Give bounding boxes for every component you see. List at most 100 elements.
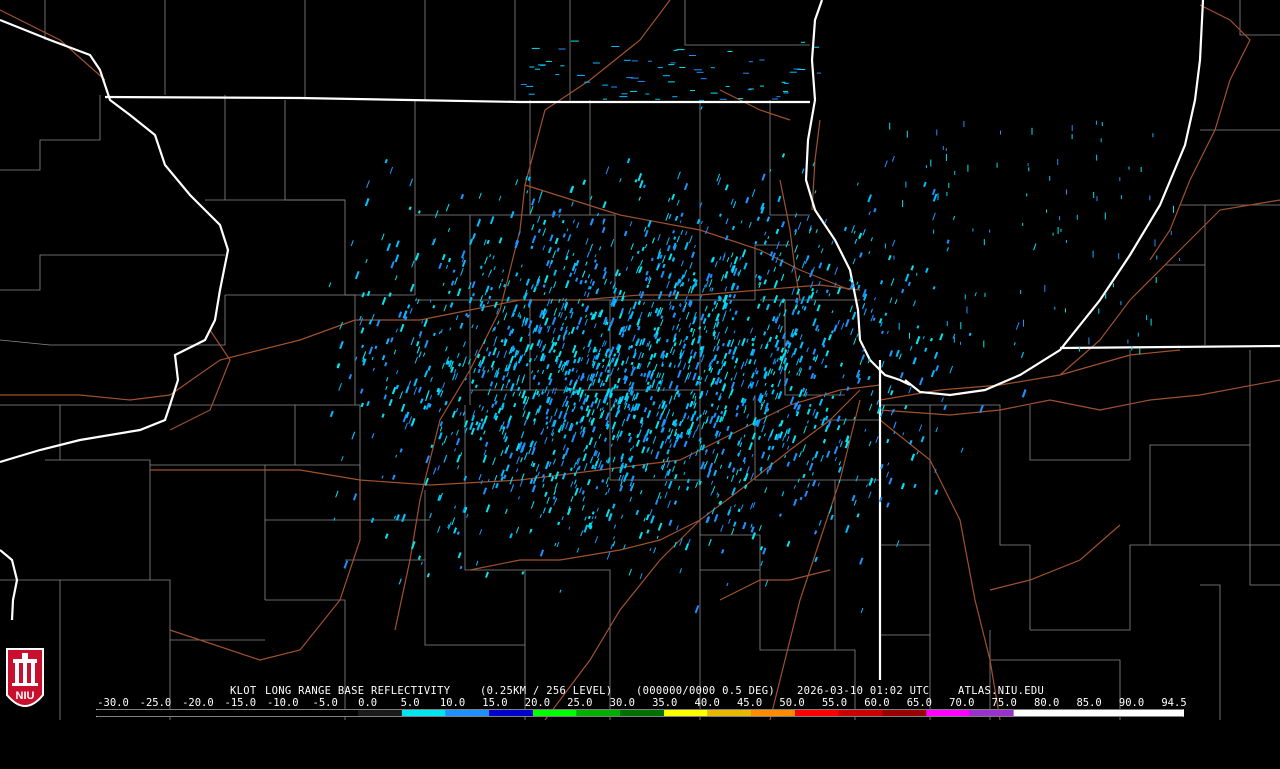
scale-label: -25.0 — [139, 697, 172, 709]
echo-pixel — [693, 69, 702, 71]
color-bar-segment — [358, 710, 402, 716]
echo-pixel — [570, 40, 579, 42]
echo-pixel — [1119, 177, 1121, 182]
echo-pixel — [1066, 189, 1067, 195]
scale-label: 90.0 — [1118, 697, 1145, 709]
echo-pixel — [545, 60, 552, 62]
color-bar-segment — [664, 710, 708, 716]
echo-pixel — [743, 72, 750, 74]
echo-pixel — [1098, 308, 1100, 314]
caption-resolution: (0.25KM / 256 LEVEL) — [480, 685, 613, 697]
echo-pixel — [972, 228, 974, 232]
echo-pixel — [1028, 167, 1030, 172]
color-bar-segment — [795, 710, 839, 716]
echo-pixel — [1054, 306, 1056, 310]
echo-pixel — [889, 122, 891, 130]
echo-pixel — [1052, 232, 1054, 236]
scale-label: 80.0 — [1034, 697, 1060, 709]
echo-pixel — [989, 229, 991, 233]
echo-pixel — [1057, 159, 1059, 165]
echo-pixel — [916, 272, 918, 276]
echo-pixel — [945, 154, 947, 161]
echo-pixel — [1152, 133, 1154, 138]
echo-pixel — [954, 170, 956, 175]
echo-pixel — [689, 55, 696, 56]
echo-pixel — [1179, 258, 1181, 261]
echo-pixel — [1156, 255, 1158, 260]
scale-label: 94.5 — [1161, 697, 1187, 709]
color-scale-labels: -30.0 -25.0 -20.0 -15.0 -10.0 -5.0 0.0 5.0 10.0 1… — [0, 697, 1280, 709]
scale-label: 45.0 — [736, 697, 763, 709]
echo-pixel — [1071, 134, 1073, 140]
echo-pixel — [967, 164, 969, 172]
echo-pixel — [560, 65, 565, 67]
echo-pixel — [611, 46, 620, 47]
scale-label: 65.0 — [906, 697, 933, 709]
echo-pixel — [946, 321, 948, 327]
echo-pixel — [1173, 205, 1174, 213]
color-bar-segment — [882, 710, 927, 716]
echo-pixel — [667, 81, 675, 83]
echo-pixel — [1128, 166, 1130, 170]
echo-pixel — [699, 99, 704, 101]
scale-label: 40.0 — [694, 697, 720, 709]
echo-pixel — [1155, 277, 1157, 283]
echo-pixel — [783, 82, 789, 84]
echo-pixel — [789, 71, 797, 73]
echo-pixel — [670, 62, 676, 64]
scale-label: 35.0 — [652, 697, 678, 709]
echo-pixel — [576, 74, 585, 76]
echo-pixel — [1023, 319, 1024, 327]
echo-pixel — [1118, 253, 1120, 260]
echo-pixel — [631, 60, 638, 62]
echo-pixel — [558, 48, 566, 50]
echo-pixel — [1027, 163, 1029, 167]
echo-pixel — [1020, 289, 1022, 294]
echo-pixel — [725, 85, 730, 87]
echo-pixel — [1120, 301, 1122, 306]
echo-pixel — [1139, 348, 1141, 355]
echo-pixel — [719, 98, 727, 100]
echo-pixel — [611, 86, 618, 88]
echo-pixel — [1140, 167, 1142, 172]
echo-pixel — [925, 165, 927, 169]
echo-pixel — [672, 96, 678, 98]
echo-pixel — [655, 98, 661, 100]
echo-pixel — [1049, 175, 1051, 181]
echo-pixel — [814, 46, 820, 48]
echo-pixel — [668, 64, 675, 66]
niu-logo-icon: NIU — [6, 648, 44, 707]
echo-pixel — [748, 61, 753, 63]
caption-volume: (000000/0000 0.5 DEG) — [636, 685, 776, 697]
echo-pixel — [637, 80, 645, 82]
scale-label: -15.0 — [224, 697, 257, 709]
color-bar-segment — [1013, 710, 1184, 716]
echo-pixel — [1170, 230, 1172, 235]
echo-pixel — [1120, 195, 1122, 200]
echo-pixel — [1022, 222, 1024, 226]
echo-pixel — [783, 90, 788, 92]
echo-pixel — [783, 92, 789, 94]
echo-pixel — [1071, 125, 1073, 132]
echo-pixel — [1100, 138, 1102, 143]
caption-station: KLOT — [230, 685, 257, 697]
echo-pixel — [983, 239, 985, 246]
echo-pixel — [1127, 339, 1129, 344]
echo-pixel — [662, 75, 670, 77]
echo-pixel — [555, 74, 560, 76]
echo-pixel — [531, 47, 540, 49]
scale-label: 0.0 — [358, 697, 378, 709]
scale-label: 10.0 — [439, 697, 466, 709]
echo-pixel — [710, 92, 718, 94]
echo-pixel — [520, 83, 527, 85]
echo-pixel — [535, 68, 540, 70]
echo-pixel — [760, 85, 764, 87]
echo-pixel — [983, 340, 985, 348]
echo-pixel — [781, 81, 786, 83]
echo-pixel — [648, 60, 652, 62]
echo-pixel — [905, 181, 907, 188]
color-bar-segment — [401, 710, 446, 716]
scale-label: 30.0 — [609, 697, 635, 709]
echo-pixel — [996, 162, 998, 168]
echo-pixel — [1092, 250, 1094, 258]
